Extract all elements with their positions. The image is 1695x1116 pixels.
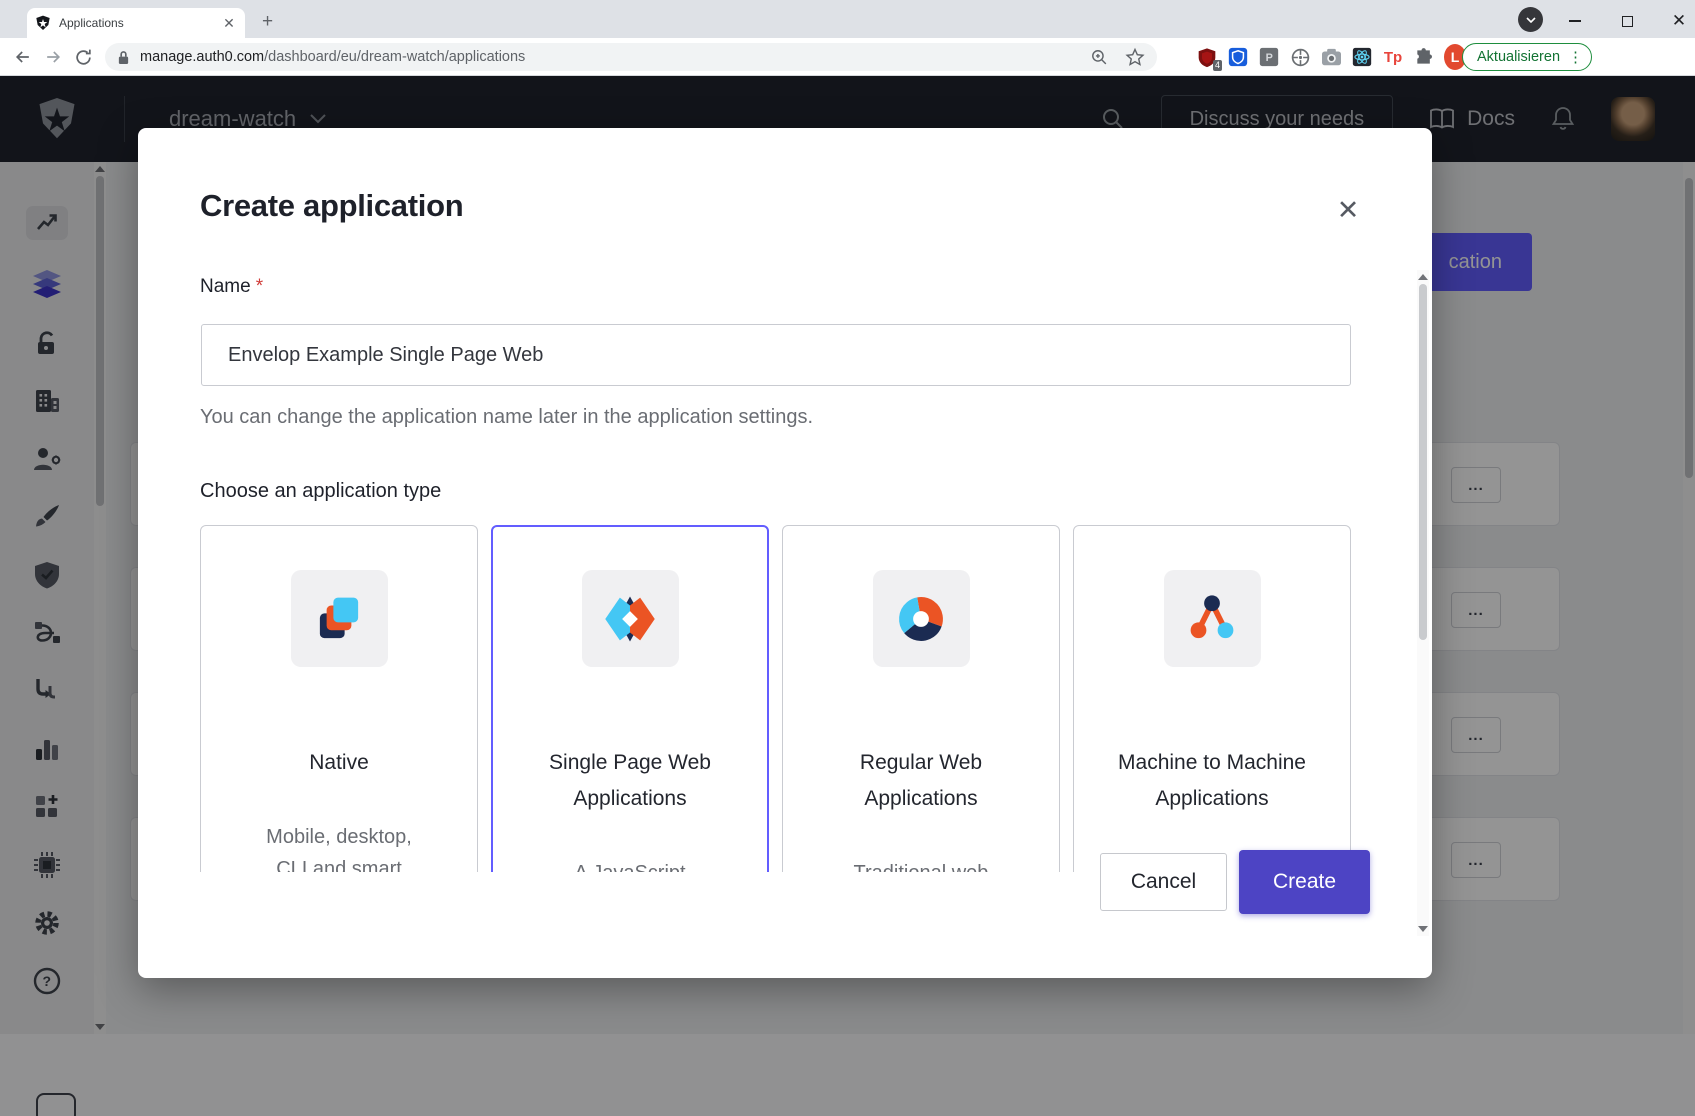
tampermonkey-tp-extension-icon[interactable]: Tp xyxy=(1382,46,1404,68)
application-type-label: Choose an application type xyxy=(200,480,441,503)
application-name-input[interactable] xyxy=(201,324,1351,386)
scrollbar-thumb[interactable] xyxy=(1419,284,1427,640)
react-devtools-extension-icon[interactable] xyxy=(1351,46,1373,68)
card-title: Native xyxy=(289,745,389,781)
url-domain: manage.auth0.com xyxy=(140,49,264,65)
modal-scrollbar[interactable] xyxy=(1417,270,1429,936)
update-button-label: Aktualisieren xyxy=(1477,49,1560,65)
pill-kebab-icon[interactable]: ⋮ xyxy=(1568,53,1583,62)
tab-close-icon[interactable]: ✕ xyxy=(221,15,237,32)
window-maximize-button[interactable] xyxy=(1612,8,1642,34)
lock-icon xyxy=(117,50,130,65)
extensions-puzzle-icon[interactable] xyxy=(1413,46,1435,68)
window-close-button[interactable]: ✕ xyxy=(1664,8,1694,34)
card-native[interactable]: Native Mobile, desktop, CLI and smart xyxy=(200,525,478,872)
required-asterisk: * xyxy=(256,276,263,297)
card-title: Single Page Web Applications xyxy=(493,745,767,817)
new-tab-button[interactable]: + xyxy=(262,12,273,32)
back-button[interactable] xyxy=(10,44,36,70)
regular-web-donut-icon xyxy=(894,592,948,646)
create-button[interactable]: Create xyxy=(1239,850,1370,914)
regular-web-iconbox xyxy=(873,570,970,667)
card-single-page-web[interactable]: Single Page Web Applications A JavaScrip… xyxy=(491,525,769,872)
forward-arrow-icon xyxy=(43,47,63,67)
application-type-cards-viewport: Native Mobile, desktop, CLI and smart xyxy=(200,525,1352,872)
native-stacked-squares-icon xyxy=(312,592,366,646)
card-regular-web[interactable]: Regular Web Applications Traditional web xyxy=(782,525,1060,872)
bookmark-star-icon[interactable] xyxy=(1125,47,1145,67)
update-button[interactable]: Aktualisieren ⋮ xyxy=(1462,43,1592,71)
card-description: Traditional web xyxy=(838,857,1005,872)
desc-line-1: Traditional web xyxy=(854,857,989,872)
create-application-modal: Create application ✕ Name* You can chang… xyxy=(138,128,1432,978)
m2m-iconbox xyxy=(1164,570,1261,667)
card-title: Machine to Machine Applications xyxy=(1074,745,1350,817)
desc-line-1: Mobile, desktop, xyxy=(266,821,412,853)
reload-button[interactable] xyxy=(70,44,96,70)
desc-line-1: A JavaScript xyxy=(574,857,685,872)
name-help-text: You can change the application name late… xyxy=(200,406,813,429)
crosshair-extension-icon[interactable] xyxy=(1289,46,1311,68)
modal-title: Create application xyxy=(200,188,463,224)
zoom-icon[interactable] xyxy=(1090,48,1109,67)
auth0-favicon xyxy=(35,15,51,31)
spa-iconbox xyxy=(582,570,679,667)
card-machine-to-machine[interactable]: Machine to Machine Applications xyxy=(1073,525,1351,872)
card-title: Regular Web Applications xyxy=(783,745,1059,817)
extensions-row: 4 P Tp L xyxy=(1196,43,1466,71)
address-bar[interactable]: manage.auth0.com/dashboard/eu/dream-watc… xyxy=(105,43,1157,71)
scroll-up-arrow[interactable] xyxy=(1418,274,1428,280)
url-text: manage.auth0.com/dashboard/eu/dream-watc… xyxy=(140,49,1090,65)
svg-text:P: P xyxy=(1266,52,1273,64)
camera-extension-icon[interactable] xyxy=(1320,46,1342,68)
window-minimize-button[interactable] xyxy=(1560,8,1590,34)
scroll-down-arrow[interactable] xyxy=(1418,926,1428,932)
native-iconbox xyxy=(291,570,388,667)
browser-tab[interactable]: Applications ✕ xyxy=(27,8,245,38)
url-path: /dashboard/eu/dream-watch/applications xyxy=(264,49,525,65)
p-extension-icon[interactable]: P xyxy=(1258,46,1280,68)
browser-tab-strip: Applications ✕ + ✕ xyxy=(0,0,1695,38)
cancel-button[interactable]: Cancel xyxy=(1100,853,1227,911)
tab-title: Applications xyxy=(59,16,221,30)
screen: Applications ✕ + ✕ manage.auth0.com/dash… xyxy=(0,0,1695,1116)
desc-line-2: CLI and smart xyxy=(266,853,412,872)
reload-icon xyxy=(74,48,93,67)
chevron-down-icon xyxy=(1526,17,1536,23)
bitwarden-extension-icon[interactable] xyxy=(1227,46,1249,68)
card-description: Mobile, desktop, CLI and smart xyxy=(250,821,428,872)
tp-label: Tp xyxy=(1384,49,1402,66)
spa-diamonds-icon xyxy=(603,592,657,646)
card-description: A JavaScript xyxy=(558,857,701,872)
ublock-extension-icon[interactable]: 4 xyxy=(1196,46,1218,68)
forward-button[interactable] xyxy=(40,44,66,70)
ublock-badge: 4 xyxy=(1213,60,1222,71)
name-label-text: Name xyxy=(200,276,251,297)
tab-search-button[interactable] xyxy=(1518,7,1543,32)
modal-close-button[interactable]: ✕ xyxy=(1328,190,1368,230)
m2m-molecule-icon xyxy=(1185,592,1239,646)
profile-initial: L xyxy=(1451,49,1460,65)
name-label: Name* xyxy=(200,276,263,298)
back-arrow-icon xyxy=(13,47,33,67)
